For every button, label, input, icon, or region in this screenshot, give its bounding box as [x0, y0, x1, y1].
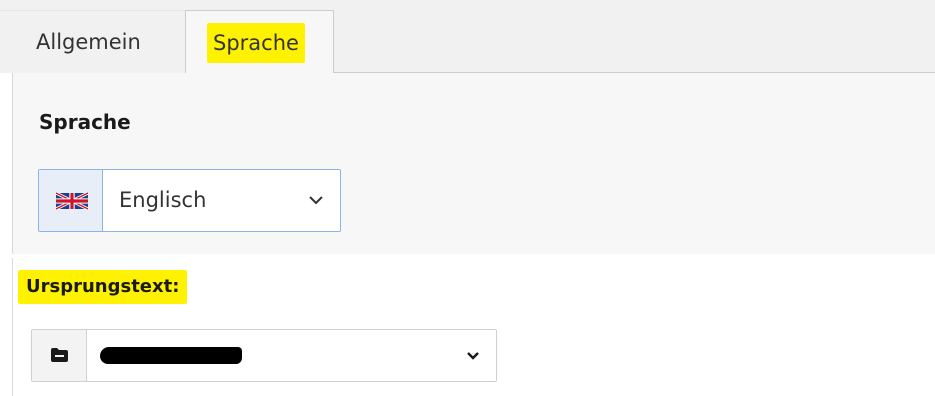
- source-select[interactable]: [31, 329, 497, 382]
- uk-flag-icon: [56, 191, 88, 211]
- language-heading: Sprache: [39, 110, 131, 134]
- language-select[interactable]: Englisch: [38, 169, 341, 232]
- language-selected-value: Englisch: [119, 188, 207, 212]
- tab-sprache-label: Sprache: [207, 23, 305, 63]
- redacted-value: [100, 347, 242, 364]
- source-label: Ursprungstext:: [18, 270, 188, 304]
- chevron-down-icon: [309, 196, 323, 205]
- folder-icon: [51, 348, 68, 362]
- form-frame: Allgemein Sprache Sprache Englisch Urspr…: [0, 0, 935, 396]
- tab-allgemein-label: Allgemein: [36, 30, 141, 54]
- tab-allgemein[interactable]: Allgemein: [0, 10, 185, 73]
- source-icon-cell: [32, 330, 87, 381]
- tab-sprache[interactable]: Sprache: [185, 10, 334, 74]
- chevron-down-icon: [467, 352, 479, 360]
- language-section: Sprache Englisch: [12, 73, 935, 254]
- flag-cell: [39, 170, 103, 231]
